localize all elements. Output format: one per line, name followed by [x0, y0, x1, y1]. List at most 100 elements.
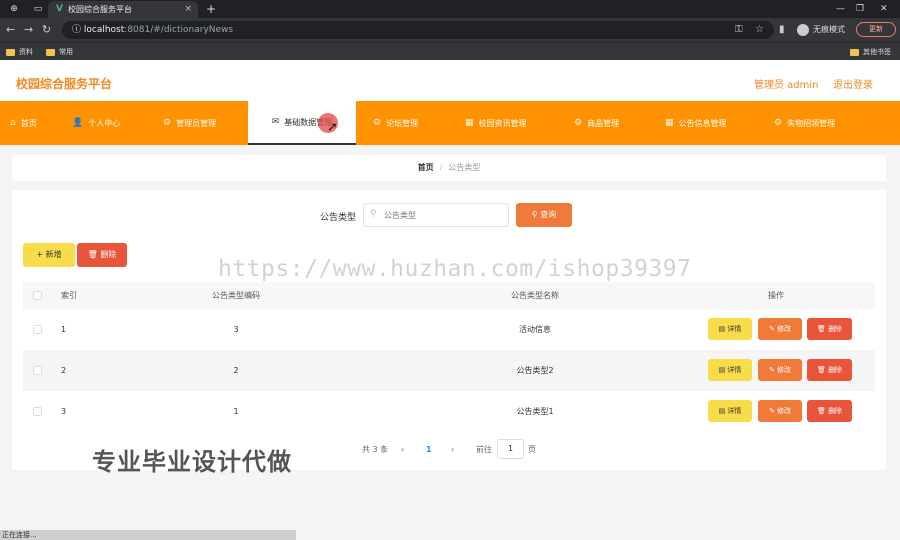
promo-overlay-text: 专业毕业设计代做	[92, 448, 292, 476]
breadcrumb-current: 公告类型	[448, 163, 481, 172]
nav-item-basic-data[interactable]: ✉ 基础数据管理	[248, 101, 356, 145]
browser-tab-active[interactable]: V 校园综合服务平台 ×	[48, 1, 198, 18]
tab-icon[interactable]: ▭	[28, 2, 48, 16]
forward-icon[interactable]: →	[24, 22, 33, 38]
home-icon: ⌂	[10, 118, 16, 128]
delete-button[interactable]: 🗑 删除	[807, 400, 852, 422]
edit-icon: ✎	[768, 325, 778, 333]
info-icon[interactable]: ⓘ	[72, 25, 84, 35]
breadcrumb-separator: /	[439, 163, 443, 172]
key-icon[interactable]: ⚿	[735, 22, 743, 38]
column-header-actions: 操作	[768, 291, 784, 300]
nav-item-admin[interactable]: ⚙ 管理员管理	[163, 101, 216, 145]
vue-logo-icon: V	[56, 4, 63, 14]
other-bookmarks[interactable]: 其他书签	[850, 45, 891, 59]
edit-icon: ✎	[768, 366, 778, 374]
delete-label: 删除	[828, 366, 843, 374]
cell-index: 1	[61, 325, 67, 334]
nav-label: 个人中心	[88, 118, 121, 128]
delete-button[interactable]: 🗑 删除	[807, 318, 852, 340]
edit-label: 修改	[777, 325, 792, 333]
mail-icon: ✉	[271, 117, 280, 127]
delete-button[interactable]: 🗑 删除	[807, 359, 852, 381]
detail-label: 详情	[727, 325, 742, 333]
table-row: 2 2 公告类型2 ▤ 详情 ✎ 修改 🗑 删除	[23, 350, 875, 391]
reload-icon[interactable]: ↻	[42, 22, 51, 38]
column-header-name: 公告类型名称	[511, 291, 559, 300]
nav-item-goods[interactable]: ⚙ 商品管理	[574, 101, 619, 145]
watermark-text: https://www.huzhan.com/ishop39397	[218, 256, 692, 282]
gear-icon: ⚙	[373, 118, 382, 128]
cell-code: 1	[233, 407, 239, 416]
edit-button[interactable]: ✎ 修改	[758, 318, 802, 340]
nav-item-profile[interactable]: 👤 个人中心	[72, 101, 120, 145]
app-title: 校园综合服务平台	[16, 77, 113, 91]
incognito-avatar-icon	[797, 24, 809, 36]
minimize-icon[interactable]: —	[836, 2, 845, 16]
incognito-indicator[interactable]: 无痕模式	[797, 22, 845, 38]
star-icon[interactable]: ☆	[755, 22, 764, 38]
detail-button[interactable]: ▤ 详情	[708, 318, 752, 340]
goto-label: 前往	[476, 445, 492, 454]
new-tab-button[interactable]: +	[206, 1, 216, 17]
add-button[interactable]: + 新增	[23, 243, 75, 267]
edit-label: 修改	[777, 407, 792, 415]
page-number-current[interactable]: 1	[426, 444, 432, 456]
detail-label: 详情	[727, 407, 742, 415]
edit-button[interactable]: ✎ 修改	[758, 359, 802, 381]
edit-icon: ✎	[768, 407, 778, 415]
browser-menu-icon[interactable]: ⊕	[4, 2, 24, 16]
folder-icon	[46, 48, 55, 56]
nav-item-notice[interactable]: ▦ 公告信息管理	[665, 101, 727, 145]
browser-status-bar: 正在连接...	[0, 530, 296, 540]
table-header: 索引 公告类型编码 公告类型名称 操作	[23, 282, 875, 309]
nav-item-home[interactable]: ⌂ 首页	[10, 101, 37, 145]
next-page-icon[interactable]: ›	[451, 444, 454, 456]
folder-icon	[6, 48, 15, 56]
nav-item-news[interactable]: ▦ 校园资讯管理	[465, 101, 527, 145]
trash-icon: 🗑	[87, 250, 101, 259]
query-button[interactable]: ⚲ 查询	[516, 203, 572, 227]
bookmark-folder-2[interactable]: 常用	[46, 45, 73, 59]
nav-label: 管理员管理	[176, 118, 217, 128]
sidepanel-icon[interactable]: ▮	[779, 22, 785, 38]
row-checkbox[interactable]	[33, 407, 42, 416]
data-table: 索引 公告类型编码 公告类型名称 操作 1 3 活动信息 ▤ 详情 ✎ 修改 🗑…	[23, 282, 875, 432]
bookmark-label: 常用	[59, 48, 73, 56]
breadcrumb: 首页 / 公告类型	[12, 155, 886, 181]
column-header-index: 索引	[61, 291, 77, 300]
row-checkbox[interactable]	[33, 366, 42, 375]
batch-delete-button[interactable]: 🗑 删除	[77, 243, 127, 267]
bookmark-folder-1[interactable]: 资料	[6, 45, 33, 59]
nav-item-lost-found[interactable]: ⚙ 失物招领管理	[774, 101, 835, 145]
breadcrumb-home[interactable]: 首页	[418, 163, 434, 172]
prev-page-icon[interactable]: ‹	[401, 444, 404, 456]
table-row: 1 3 活动信息 ▤ 详情 ✎ 修改 🗑 删除	[23, 309, 875, 350]
search-icon: ⚲	[531, 210, 541, 219]
back-icon[interactable]: ←	[6, 22, 15, 38]
row-checkbox[interactable]	[33, 325, 42, 334]
logout-link[interactable]: 退出登录	[833, 76, 873, 91]
select-all-checkbox[interactable]	[33, 291, 42, 300]
detail-button[interactable]: ▤ 详情	[708, 400, 752, 422]
browser-tabstrip: ⊕ ▭ V 校园综合服务平台 × + — ❐ ✕	[0, 0, 900, 18]
mouse-cursor-icon: ➚	[327, 120, 338, 135]
url-input[interactable]: ⓘ localhost:8081/#/dictionaryNews	[62, 21, 774, 39]
address-bar-row: ← → ↻ ⓘ localhost:8081/#/dictionaryNews …	[0, 18, 900, 42]
search-icon: ⚲	[370, 209, 377, 219]
edit-button[interactable]: ✎ 修改	[758, 400, 802, 422]
nav-label: 公告信息管理	[678, 118, 727, 128]
gear-icon: ⚙	[574, 118, 583, 128]
restore-icon[interactable]: ❐	[856, 2, 864, 16]
detail-button[interactable]: ▤ 详情	[708, 359, 752, 381]
tab-close-icon[interactable]: ×	[184, 1, 192, 18]
close-window-icon[interactable]: ✕	[880, 2, 888, 16]
nav-item-forum[interactable]: ⚙ 论坛管理	[373, 101, 418, 145]
update-button[interactable]: 更新	[856, 22, 896, 37]
search-input[interactable]	[363, 203, 509, 227]
bookmark-label: 资料	[19, 48, 33, 56]
column-header-code: 公告类型编码	[212, 291, 260, 300]
trash-icon: 🗑	[816, 407, 829, 415]
page-jump-input[interactable]: 1	[497, 439, 524, 459]
nav-label: 论坛管理	[386, 118, 419, 128]
